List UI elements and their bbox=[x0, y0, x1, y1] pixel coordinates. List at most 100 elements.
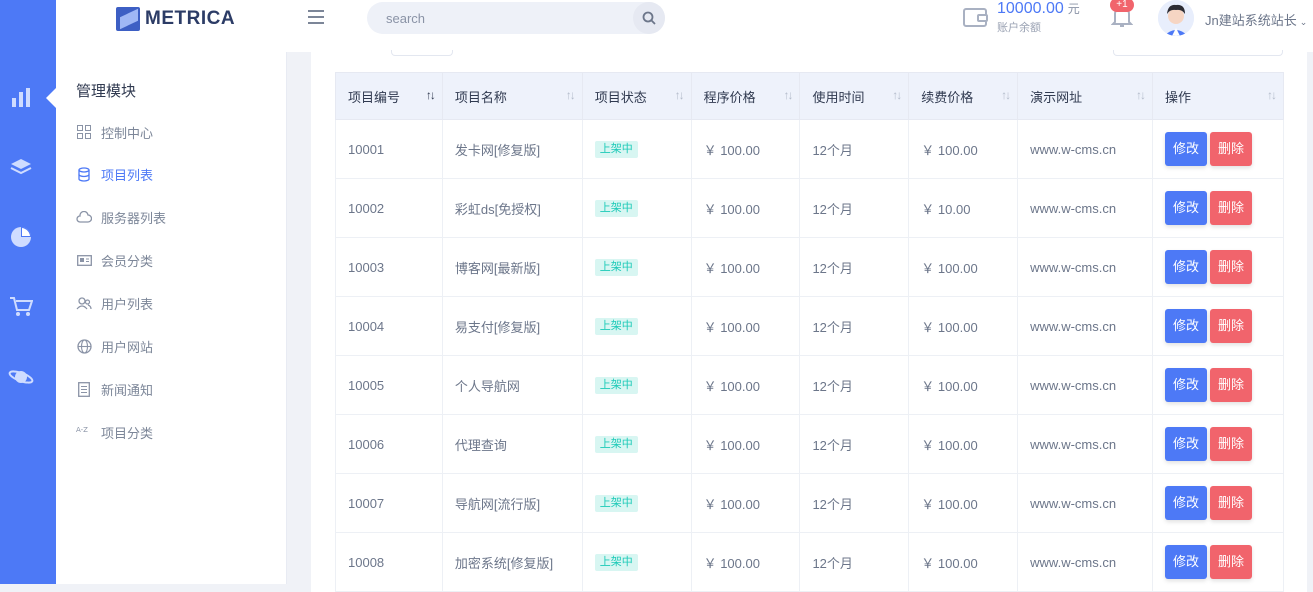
pie-chart-icon[interactable] bbox=[8, 224, 34, 250]
column-header-price[interactable]: 程序价格 ↑↓ bbox=[690, 72, 801, 120]
cell-name: 博客网[最新版] bbox=[441, 237, 583, 297]
delete-button[interactable]: 删除 bbox=[1210, 250, 1253, 284]
table-header-row: 项目编号 ↑↓ 项目名称 ↑↓ 项目状态 ↑↓ 程序价格 ↑↓ 使用时间 ↑↓ 续费价格 ↑… bbox=[335, 72, 1284, 120]
delete-button[interactable]: 删除 bbox=[1210, 191, 1253, 225]
menu-toggle-icon[interactable] bbox=[308, 10, 324, 24]
cell-duration: 12个月 bbox=[799, 237, 910, 297]
cell-renew-price: ￥ 100.00 bbox=[908, 414, 1019, 474]
menu-item-projects[interactable]: 项目列表 bbox=[76, 164, 153, 184]
avatar[interactable] bbox=[1158, 0, 1194, 36]
notification-badge: +1 bbox=[1110, 0, 1134, 12]
column-header-actions[interactable]: 操作 ↑↓ bbox=[1152, 72, 1284, 120]
balance-unit: 元 bbox=[1067, 2, 1080, 16]
column-header-id[interactable]: 项目编号 ↑↓ bbox=[335, 72, 443, 120]
cart-icon[interactable] bbox=[8, 294, 34, 320]
cell-status: 上架中 bbox=[581, 178, 692, 238]
sort-icon: ↑↓ bbox=[565, 88, 576, 102]
planet-icon[interactable] bbox=[8, 364, 34, 390]
cell-duration: 12个月 bbox=[799, 532, 910, 592]
cell-duration: 12个月 bbox=[799, 296, 910, 356]
menu-item-user-sites[interactable]: 用户网站 bbox=[76, 336, 153, 356]
cell-name: 导航网[流行版] bbox=[441, 473, 583, 533]
brand-name: METRICA bbox=[145, 8, 236, 29]
edit-button[interactable]: 修改 bbox=[1165, 250, 1208, 284]
brand-logo[interactable]: METRICA bbox=[116, 6, 235, 32]
az-sort-icon: A-Z bbox=[76, 424, 92, 440]
cell-renew-price: ￥ 100.00 bbox=[908, 296, 1019, 356]
user-menu[interactable]: Jn建站系统站长 ⌄ bbox=[1205, 10, 1307, 29]
menu-item-dashboard[interactable]: 控制中心 bbox=[76, 122, 153, 142]
menu-item-label: 新闻通知 bbox=[101, 382, 154, 398]
sort-icon: ↑↓ bbox=[783, 88, 793, 102]
cell-actions: 修改 删除 bbox=[1152, 414, 1284, 474]
layers-icon[interactable] bbox=[8, 154, 34, 180]
main-content: 项目编号 ↑↓ 项目名称 ↑↓ 项目状态 ↑↓ 程序价格 ↑↓ 使用时间 ↑↓ 续费价格 ↑… bbox=[287, 50, 1313, 592]
edit-button[interactable]: 修改 bbox=[1165, 191, 1208, 225]
cell-price: ￥ 100.00 bbox=[690, 178, 801, 238]
cell-demo-url: www.w-cms.cn bbox=[1017, 414, 1154, 474]
cell-actions: 修改 删除 bbox=[1152, 119, 1284, 179]
delete-button[interactable]: 删除 bbox=[1210, 427, 1253, 461]
edit-button[interactable]: 修改 bbox=[1165, 309, 1208, 343]
search-input[interactable] bbox=[367, 2, 627, 34]
table-search-field[interactable] bbox=[1113, 50, 1283, 56]
status-badge: 上架中 bbox=[594, 141, 638, 158]
active-rail-indicator bbox=[46, 88, 56, 108]
edit-button[interactable]: 修改 bbox=[1165, 368, 1208, 402]
cell-id: 10006 bbox=[335, 414, 443, 474]
bar-chart-icon[interactable] bbox=[8, 84, 34, 110]
table-row: 10006 代理查询 上架中 ￥ 100.00 12个月 ￥ 100.00 www.w-cm… bbox=[335, 414, 1284, 474]
cell-renew-price: ￥ 100.00 bbox=[908, 355, 1019, 415]
menu-item-categories[interactable]: A-Z 项目分类 bbox=[76, 422, 153, 442]
cell-id: 10003 bbox=[335, 237, 443, 297]
svg-text:A-Z: A-Z bbox=[76, 426, 88, 434]
menu-item-label: 项目分类 bbox=[101, 425, 154, 441]
menu-item-news[interactable]: 新闻通知 bbox=[76, 379, 153, 399]
project-list-card: 项目编号 ↑↓ 项目名称 ↑↓ 项目状态 ↑↓ 程序价格 ↑↓ 使用时间 ↑↓ 续费价格 ↑… bbox=[311, 50, 1307, 592]
page-size-select[interactable] bbox=[391, 50, 453, 56]
delete-button[interactable]: 删除 bbox=[1210, 132, 1253, 166]
menu-item-users[interactable]: 用户列表 bbox=[76, 293, 153, 313]
column-header-name[interactable]: 项目名称 ↑↓ bbox=[441, 72, 583, 120]
cell-price: ￥ 100.00 bbox=[690, 532, 801, 592]
table-row: 10007 导航网[流行版] 上架中 ￥ 100.00 12个月 ￥ 100.00 www.… bbox=[335, 473, 1284, 533]
delete-button[interactable]: 删除 bbox=[1210, 545, 1253, 579]
edit-button[interactable]: 修改 bbox=[1165, 486, 1208, 520]
cell-duration: 12个月 bbox=[799, 119, 910, 179]
account-balance: 10000.00 元 账户余额 bbox=[997, 0, 1080, 35]
edit-button[interactable]: 修改 bbox=[1165, 132, 1208, 166]
sort-asc-icon: ↑↓ bbox=[425, 88, 436, 102]
cell-demo-url: www.w-cms.cn bbox=[1017, 119, 1154, 179]
menu-item-label: 控制中心 bbox=[101, 125, 154, 141]
cell-status: 上架中 bbox=[581, 473, 692, 533]
cell-name: 易支付[修复版] bbox=[441, 296, 583, 356]
cell-duration: 12个月 bbox=[799, 178, 910, 238]
grid-icon bbox=[76, 124, 92, 140]
cell-actions: 修改 删除 bbox=[1152, 178, 1284, 238]
status-badge: 上架中 bbox=[594, 200, 638, 217]
delete-button[interactable]: 删除 bbox=[1210, 368, 1253, 402]
cell-renew-price: ￥ 100.00 bbox=[908, 473, 1019, 533]
edit-button[interactable]: 修改 bbox=[1165, 427, 1208, 461]
menu-item-member-types[interactable]: 会员分类 bbox=[76, 250, 153, 270]
cell-demo-url: www.w-cms.cn bbox=[1017, 178, 1154, 238]
delete-button[interactable]: 删除 bbox=[1210, 309, 1253, 343]
column-header-renew-price[interactable]: 续费价格 ↑↓ bbox=[908, 72, 1019, 120]
cell-price: ￥ 100.00 bbox=[690, 355, 801, 415]
menu-item-servers[interactable]: 服务器列表 bbox=[76, 207, 166, 227]
cell-name: 发卡网[修复版] bbox=[441, 119, 583, 179]
delete-button[interactable]: 删除 bbox=[1210, 486, 1253, 520]
column-header-duration[interactable]: 使用时间 ↑↓ bbox=[799, 72, 910, 120]
cell-actions: 修改 删除 bbox=[1152, 473, 1284, 533]
search-box bbox=[367, 2, 665, 34]
column-header-status[interactable]: 项目状态 ↑↓ bbox=[581, 72, 692, 120]
search-button[interactable] bbox=[633, 2, 665, 34]
edit-button[interactable]: 修改 bbox=[1165, 545, 1208, 579]
chevron-down-icon: ⌄ bbox=[1299, 17, 1308, 27]
column-header-demo-url[interactable]: 演示网址 ↑↓ bbox=[1017, 72, 1154, 120]
cell-id: 10005 bbox=[335, 355, 443, 415]
cell-id: 10002 bbox=[335, 178, 443, 238]
status-badge: 上架中 bbox=[594, 259, 638, 276]
menu-item-label: 用户网站 bbox=[101, 339, 154, 355]
status-badge: 上架中 bbox=[594, 495, 638, 512]
